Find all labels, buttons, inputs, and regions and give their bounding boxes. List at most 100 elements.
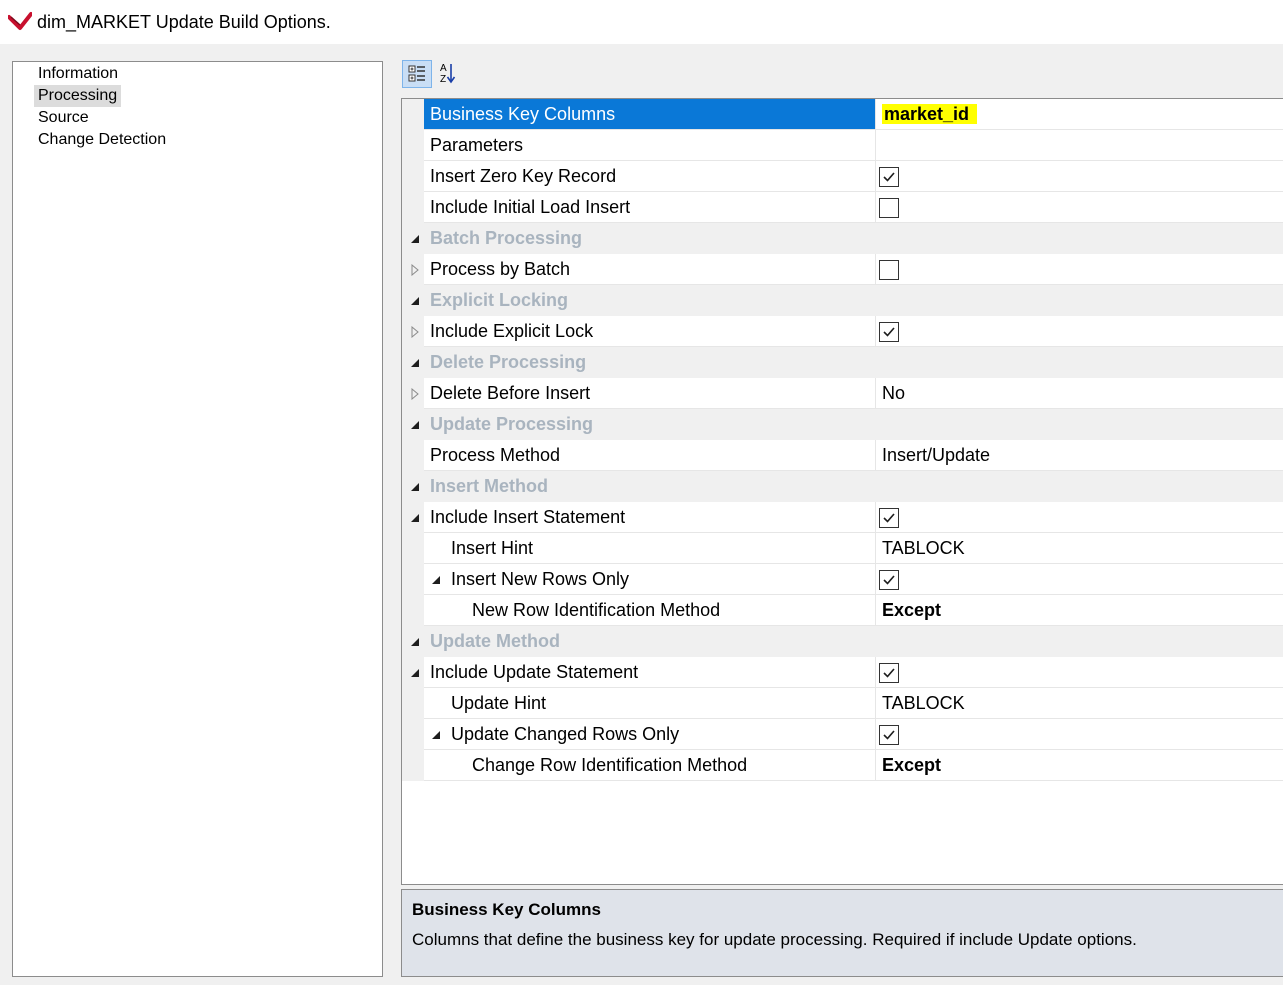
property-name: Update Hint	[424, 688, 876, 719]
property-value	[876, 223, 1283, 254]
category-row-update-processing[interactable]: Update Processing	[402, 409, 1283, 440]
property-name: Update Changed Rows Only	[424, 719, 876, 750]
svg-text:Z: Z	[440, 74, 446, 85]
property-row-process-method[interactable]: Process Method Insert/Update	[402, 440, 1283, 471]
property-value[interactable]	[876, 564, 1283, 595]
nav-item-change-detection[interactable]: Change Detection	[34, 129, 170, 151]
property-checkbox[interactable]	[879, 260, 899, 280]
property-row-delete-before-insert[interactable]: Delete Before Insert No	[402, 378, 1283, 409]
highlighted-value: market_id	[882, 104, 978, 124]
property-value	[876, 409, 1283, 440]
property-value[interactable]: Except	[876, 750, 1283, 781]
property-row-include-insert-statement[interactable]: Include Insert Statement	[402, 502, 1283, 533]
property-value[interactable]	[876, 192, 1283, 223]
property-name: New Row Identification Method	[424, 595, 876, 626]
expand-triangle-icon[interactable]	[409, 326, 421, 338]
property-value[interactable]	[876, 254, 1283, 285]
property-value[interactable]: Except	[876, 595, 1283, 626]
property-value[interactable]	[876, 161, 1283, 192]
property-checkbox[interactable]	[879, 167, 899, 187]
property-row-process-by-batch[interactable]: Process by Batch	[402, 254, 1283, 285]
property-value[interactable]	[876, 502, 1283, 533]
property-name: Include Explicit Lock	[424, 316, 876, 347]
property-checkbox[interactable]	[879, 322, 899, 342]
nav-item-processing[interactable]: Processing	[34, 85, 122, 107]
value-text: TABLOCK	[882, 538, 965, 558]
collapse-triangle-icon[interactable]	[409, 636, 421, 648]
sort-alphabetical-button[interactable]: A Z	[434, 60, 464, 88]
expand-triangle-icon[interactable]	[409, 264, 421, 276]
category-row-update-method[interactable]: Update Method	[402, 626, 1283, 657]
property-checkbox[interactable]	[879, 663, 899, 683]
property-name: Update Method	[430, 631, 560, 651]
property-value[interactable]: market_id	[876, 99, 1283, 130]
category-row-insert-method[interactable]: Insert Method	[402, 471, 1283, 502]
description-text: Columns that define the business key for…	[412, 930, 1137, 949]
collapse-triangle-icon[interactable]	[409, 233, 421, 245]
property-value[interactable]: TABLOCK	[876, 533, 1283, 564]
property-checkbox[interactable]	[879, 725, 899, 745]
sort-alphabetical-icon: A Z	[434, 63, 462, 92]
description-panel: Business Key Columns Columns that define…	[401, 889, 1283, 977]
property-checkbox[interactable]	[879, 508, 899, 528]
property-name: Insert New Rows Only	[424, 564, 876, 595]
nav-item-source[interactable]: Source	[34, 107, 93, 129]
property-name: Update Processing	[430, 414, 594, 434]
property-value[interactable]	[876, 316, 1283, 347]
category-row-batch-processing[interactable]: Batch Processing	[402, 223, 1283, 254]
property-name: Include Update Statement	[424, 657, 876, 688]
property-name: Include Initial Load Insert	[424, 192, 876, 223]
category-row-delete-processing[interactable]: Delete Processing	[402, 347, 1283, 378]
collapse-triangle-icon[interactable]	[409, 512, 421, 524]
wherescape-logo-icon	[7, 11, 33, 31]
property-row-change-row-identification-method[interactable]: Change Row Identification Method Except	[402, 750, 1283, 781]
options-nav-panel: Information Processing Source Change Det…	[12, 61, 383, 977]
property-row-update-hint[interactable]: Update Hint TABLOCK	[402, 688, 1283, 719]
property-row-insert-new-rows-only[interactable]: Insert New Rows Only	[402, 564, 1283, 595]
property-value[interactable]: TABLOCK	[876, 688, 1283, 719]
property-name: Business Key Columns	[424, 99, 876, 130]
property-value[interactable]	[876, 657, 1283, 688]
property-name: Explicit Locking	[430, 290, 569, 310]
property-value	[876, 471, 1283, 502]
property-value[interactable]	[876, 130, 1283, 161]
collapse-triangle-icon[interactable]	[409, 419, 421, 431]
categorized-view-button[interactable]	[402, 60, 432, 88]
property-name: Change Row Identification Method	[424, 750, 876, 781]
property-checkbox[interactable]	[879, 198, 899, 218]
property-name: Insert Method	[430, 476, 549, 496]
categorized-view-icon	[403, 65, 431, 91]
property-value[interactable]: Insert/Update	[876, 440, 1283, 471]
expand-triangle-icon[interactable]	[409, 388, 421, 400]
property-row-include-update-statement[interactable]: Include Update Statement	[402, 657, 1283, 688]
property-value	[876, 285, 1283, 316]
property-row-parameters[interactable]: Parameters	[402, 130, 1283, 161]
property-value[interactable]: No	[876, 378, 1283, 409]
property-value	[876, 347, 1283, 378]
description-title: Business Key Columns	[412, 900, 601, 919]
property-row-include-explicit-lock[interactable]: Include Explicit Lock	[402, 316, 1283, 347]
property-row-insert-hint[interactable]: Insert Hint TABLOCK	[402, 533, 1283, 564]
property-name: Insert Hint	[424, 533, 876, 564]
window-title: dim_MARKET Update Build Options.	[37, 12, 331, 32]
property-value[interactable]	[876, 719, 1283, 750]
property-row-update-changed-rows-only[interactable]: Update Changed Rows Only	[402, 719, 1283, 750]
collapse-triangle-icon[interactable]	[409, 357, 421, 369]
value-text: Except	[882, 755, 942, 775]
property-name: Parameters	[424, 130, 876, 161]
property-name: Include Insert Statement	[424, 502, 876, 533]
property-row-new-row-identification-method[interactable]: New Row Identification Method Except	[402, 595, 1283, 626]
collapse-triangle-icon[interactable]	[409, 295, 421, 307]
property-name: Delete Before Insert	[424, 378, 876, 409]
property-checkbox[interactable]	[879, 570, 899, 590]
property-row-insert-zero-key-record[interactable]: Insert Zero Key Record	[402, 161, 1283, 192]
collapse-triangle-icon[interactable]	[409, 481, 421, 493]
property-row-business-key-columns[interactable]: Business Key Columns market_id	[402, 99, 1283, 130]
category-row-explicit-locking[interactable]: Explicit Locking	[402, 285, 1283, 316]
property-name: Process by Batch	[424, 254, 876, 285]
collapse-triangle-icon[interactable]	[409, 667, 421, 679]
nav-item-information[interactable]: Information	[34, 63, 122, 85]
property-name: Batch Processing	[430, 228, 583, 248]
property-name: Insert Zero Key Record	[424, 161, 876, 192]
property-row-include-initial-load-insert[interactable]: Include Initial Load Insert	[402, 192, 1283, 223]
